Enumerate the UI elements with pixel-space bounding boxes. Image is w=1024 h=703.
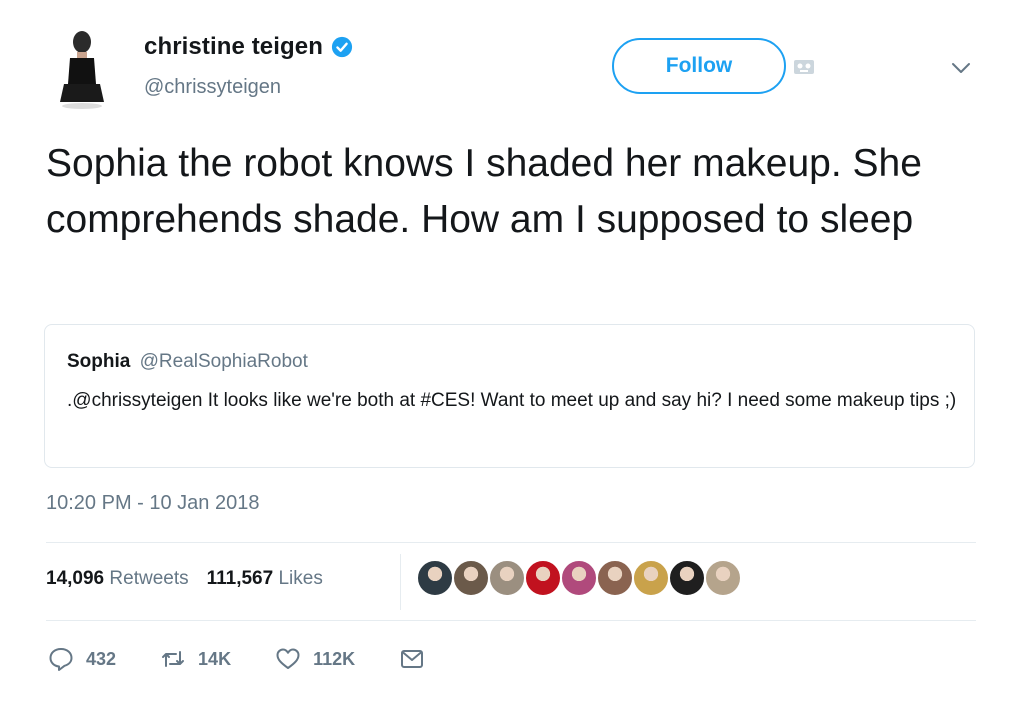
liker-avatar[interactable] <box>560 559 598 597</box>
retweets-stat[interactable]: 14,096 Retweets <box>46 568 189 590</box>
quoted-tweet-header: Sophia @RealSophiaRobot <box>67 351 308 373</box>
heart-icon <box>276 648 300 669</box>
quoted-tweet-text: .@chrissyteigen It looks like we're both… <box>67 390 957 411</box>
liker-avatar[interactable] <box>452 559 490 597</box>
follow-button[interactable]: Follow <box>612 38 786 94</box>
tweet-actions: 432 14K 112K <box>48 646 469 672</box>
display-name[interactable]: christine teigen <box>144 33 323 61</box>
retweet-action[interactable]: 14K <box>160 646 231 672</box>
liker-avatar[interactable] <box>416 559 454 597</box>
retweets-count: 14,096 <box>46 568 105 589</box>
likes-count: 111,567 <box>206 568 274 589</box>
liker-avatar[interactable] <box>632 559 670 597</box>
likes-label: Likes <box>278 568 323 589</box>
quoted-tweet-name: Sophia <box>67 351 131 372</box>
tweet-text: Sophia the robot knows I shaded her make… <box>46 142 922 241</box>
tweet-timestamp[interactable]: 10:20 PM - 10 Jan 2018 <box>46 492 259 515</box>
like-action[interactable]: 112K <box>275 646 355 672</box>
liker-avatar[interactable] <box>596 559 634 597</box>
reply-icon <box>49 648 73 671</box>
likes-stat[interactable]: 111,567 Likes <box>207 568 323 590</box>
reply-action[interactable]: 432 <box>48 646 116 672</box>
envelope-icon <box>401 650 424 668</box>
display-name-row: christine teigen <box>144 33 353 61</box>
retweet-count: 14K <box>198 648 232 669</box>
liker-avatar[interactable] <box>524 559 562 597</box>
like-count: 112K <box>313 648 356 669</box>
quoted-tweet[interactable]: Sophia @RealSophiaRobot .@chrissyteigen … <box>44 324 975 468</box>
mask-icon[interactable] <box>793 58 815 76</box>
verified-badge-icon <box>331 36 353 58</box>
liker-avatar[interactable] <box>488 559 526 597</box>
divider <box>46 620 976 621</box>
reply-count: 432 <box>86 648 117 669</box>
liker-avatar[interactable] <box>668 559 706 597</box>
message-action[interactable] <box>399 646 425 672</box>
divider <box>46 542 976 543</box>
tweet-stats: 14,096 Retweets 111,567 Likes <box>46 568 323 590</box>
retweets-label: Retweets <box>109 568 189 589</box>
liker-avatar[interactable] <box>704 559 742 597</box>
avatar[interactable] <box>50 22 114 110</box>
liker-avatars <box>416 559 742 597</box>
stats-divider <box>400 554 401 610</box>
chevron-down-icon[interactable] <box>950 60 972 76</box>
retweet-icon <box>162 651 185 667</box>
quoted-tweet-handle: @RealSophiaRobot <box>139 351 308 372</box>
user-handle[interactable]: @chrissyteigen <box>144 76 281 99</box>
